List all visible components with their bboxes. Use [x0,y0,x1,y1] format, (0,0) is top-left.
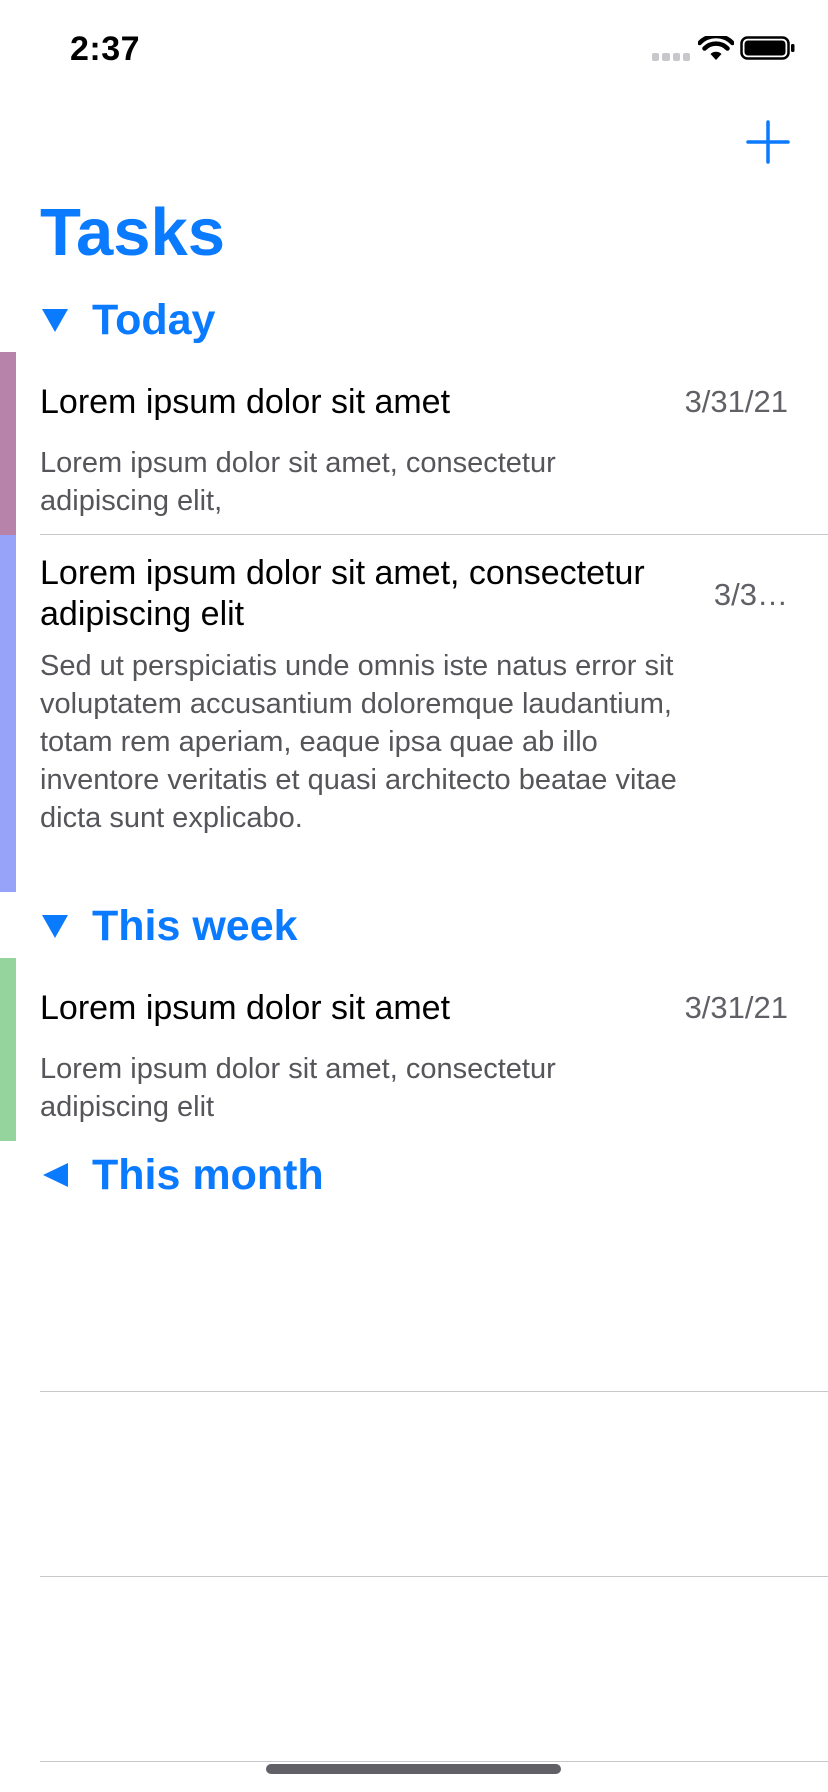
triangle-left-icon [43,1163,68,1187]
section-label: This month [92,1150,324,1199]
page-title: Tasks [40,195,226,270]
battery-icon [740,36,795,60]
triangle-down-icon [42,915,68,938]
task-title: Lorem ipsum dolor sit amet [40,989,451,1027]
section-header-this-week[interactable]: This week [40,896,298,956]
section-label: This week [92,901,298,950]
status-bar: 2:37 [0,0,828,96]
triangle-down-icon [42,309,68,332]
task-color-stripe [0,352,16,535]
wifi-icon [698,36,734,60]
task-title: Lorem ipsum dolor sit amet, consectetur … [40,554,645,633]
task-description: Sed ut perspiciatis unde omnis iste natu… [40,650,677,834]
task-date: 3/31/21 [684,990,788,1025]
row-divider [40,1761,828,1762]
task-color-stripe [0,958,16,1141]
task-row[interactable]: Lorem ipsum dolor sit amet 3/31/21 Lorem… [0,352,828,535]
task-description: Lorem ipsum dolor sit amet, consectetur … [40,447,556,517]
task-date: 3/31/21 [684,384,788,419]
status-time: 2:37 [70,30,141,68]
section-header-today[interactable]: Today [40,290,215,350]
section-header-this-month[interactable]: This month [40,1145,324,1205]
task-row[interactable]: Lorem ipsum dolor sit amet 3/31/21 Lorem… [0,958,828,1141]
home-indicator[interactable] [266,1764,561,1774]
row-divider [40,1391,828,1392]
row-divider [40,1576,828,1577]
cellular-signal-icon [652,53,690,61]
section-label: Today [92,295,216,344]
add-task-button[interactable] [743,117,793,167]
task-description: Lorem ipsum dolor sit amet, consectetur … [40,1053,556,1123]
task-color-stripe [0,535,16,892]
task-row[interactable]: Lorem ipsum dolor sit amet, consectetur … [0,535,828,892]
task-date: 3/3… [713,577,788,612]
task-title: Lorem ipsum dolor sit amet [40,383,451,421]
